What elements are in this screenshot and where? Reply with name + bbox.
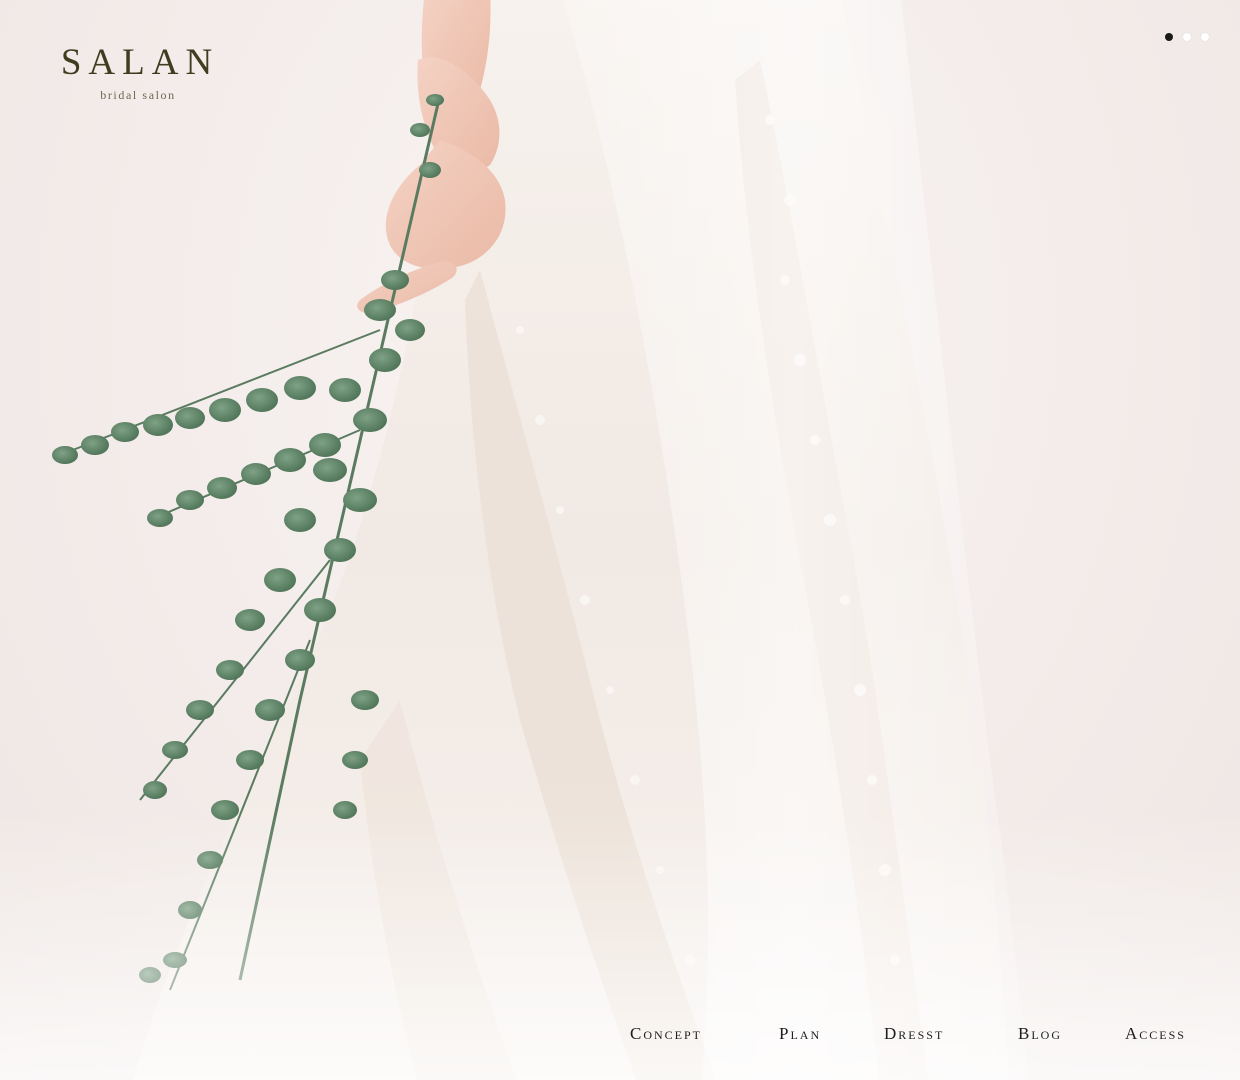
slider-dot-2[interactable] [1183, 33, 1191, 41]
nav-item-blog[interactable]: Blog [1018, 1024, 1062, 1044]
slider-dot-1[interactable] [1165, 33, 1173, 41]
nav-item-concept[interactable]: Concept [630, 1024, 702, 1044]
nav-item-access[interactable]: Access [1125, 1024, 1186, 1044]
hero-photo [0, 0, 1240, 1080]
brand-tagline: bridal salon [100, 88, 176, 102]
slider-pagination [1165, 33, 1209, 41]
slider-dot-3[interactable] [1201, 33, 1209, 41]
brand-logo[interactable]: SALAN bridal salon [50, 44, 226, 103]
hero-section: SALAN bridal salon Concept Plan Dresst B… [0, 0, 1240, 1080]
brand-name: SALAN [60, 42, 220, 83]
nav-item-plan[interactable]: Plan [779, 1024, 821, 1044]
main-nav: Concept Plan Dresst Blog Access [0, 1024, 1240, 1048]
nav-item-dresst[interactable]: Dresst [884, 1024, 944, 1044]
